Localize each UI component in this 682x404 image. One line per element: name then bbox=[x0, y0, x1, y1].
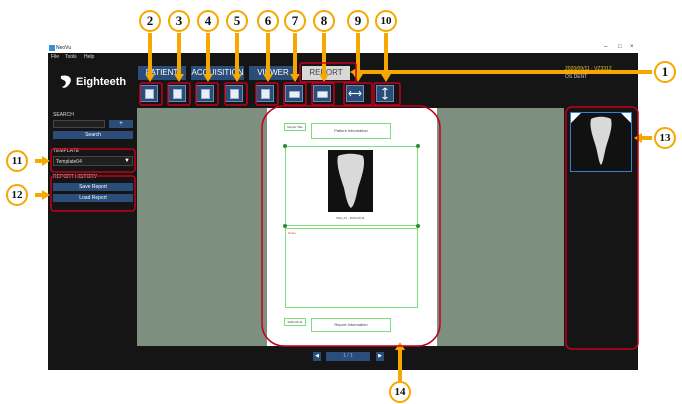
callout-overlay bbox=[35, 33, 652, 382]
callout-3: 3 bbox=[168, 10, 190, 32]
callout-7: 7 bbox=[284, 10, 306, 32]
callout-8: 8 bbox=[313, 10, 335, 32]
callout-14: 14 bbox=[389, 381, 411, 403]
callout-5: 5 bbox=[226, 10, 248, 32]
callout-10: 10 bbox=[375, 10, 397, 32]
callout-12: 12 bbox=[6, 184, 28, 206]
callout-2: 2 bbox=[139, 10, 161, 32]
callout-1: 1 bbox=[654, 61, 676, 83]
callout-4: 4 bbox=[197, 10, 219, 32]
callout-11: 11 bbox=[6, 150, 28, 172]
callout-6: 6 bbox=[257, 10, 279, 32]
callout-13: 13 bbox=[654, 127, 676, 149]
callout-9: 9 bbox=[347, 10, 369, 32]
